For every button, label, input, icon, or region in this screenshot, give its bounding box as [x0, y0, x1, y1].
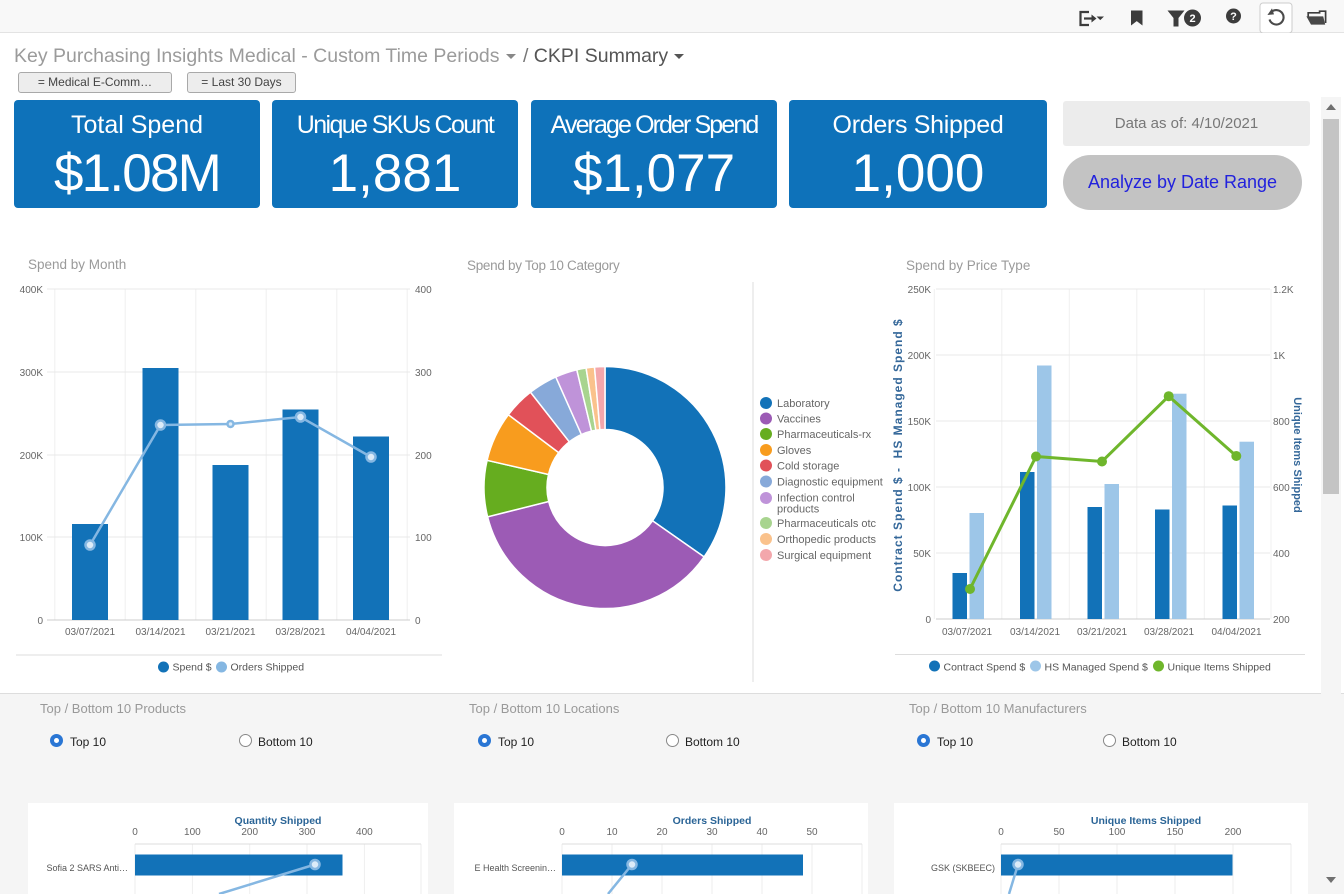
svg-text:200K: 200K — [20, 451, 44, 462]
svg-text:Contract Spend $: Contract Spend $ — [944, 662, 1026, 674]
svg-text:20: 20 — [656, 827, 668, 838]
svg-text:300K: 300K — [20, 368, 44, 379]
svg-text:1.2K: 1.2K — [1273, 285, 1294, 296]
svg-text:Orders Shipped: Orders Shipped — [673, 815, 752, 827]
svg-text:200: 200 — [1225, 827, 1242, 838]
svg-text:40: 40 — [756, 827, 768, 838]
svg-text:Quantity Shipped: Quantity Shipped — [235, 815, 322, 827]
svg-text:03/07/2021: 03/07/2021 — [942, 627, 992, 638]
svg-text:Cold storage: Cold storage — [777, 461, 839, 473]
svg-text:04/04/2021: 04/04/2021 — [1211, 627, 1261, 638]
svg-text:03/14/2021: 03/14/2021 — [1010, 627, 1060, 638]
svg-text:Diagnostic equipment: Diagnostic equipment — [777, 477, 883, 489]
svg-text:E Health Screenin…: E Health Screenin… — [474, 863, 556, 873]
svg-text:100: 100 — [184, 827, 201, 838]
svg-text:Pharmaceuticals-rx: Pharmaceuticals-rx — [777, 429, 872, 441]
svg-text:200: 200 — [1273, 615, 1290, 626]
svg-text:100: 100 — [415, 533, 432, 544]
svg-text:03/28/2021: 03/28/2021 — [1144, 627, 1194, 638]
svg-text:Unique Items Shipped: Unique Items Shipped — [1168, 662, 1271, 674]
svg-text:Unique Items Shipped: Unique Items Shipped — [1291, 397, 1303, 513]
svg-text:Laboratory: Laboratory — [777, 398, 830, 410]
svg-text:2: 2 — [1189, 13, 1195, 25]
svg-text:0: 0 — [415, 616, 421, 627]
svg-text:600: 600 — [1273, 483, 1290, 494]
svg-text:03/21/2021: 03/21/2021 — [1077, 627, 1127, 638]
svg-text:?: ? — [1230, 11, 1237, 23]
svg-text:0: 0 — [37, 616, 43, 627]
svg-text:04/04/2021: 04/04/2021 — [346, 627, 396, 638]
svg-text:GSK (SKBEEC): GSK (SKBEEC) — [931, 863, 995, 873]
svg-text:Orthopedic products: Orthopedic products — [777, 534, 877, 546]
svg-text:150: 150 — [1167, 827, 1184, 838]
svg-text:200K: 200K — [908, 351, 932, 362]
svg-text:Spend by Top 10 Category: Spend by Top 10 Category — [467, 258, 620, 273]
svg-text:400: 400 — [1273, 549, 1290, 560]
svg-text:Contract Spend $ - HS Managed: Contract Spend $ - HS Managed Spend $ — [891, 318, 905, 591]
svg-text:30: 30 — [706, 827, 718, 838]
svg-text:Gloves: Gloves — [777, 445, 812, 457]
svg-text:100: 100 — [1109, 827, 1126, 838]
svg-text:50K: 50K — [913, 549, 931, 560]
svg-text:300: 300 — [299, 827, 316, 838]
svg-text:300: 300 — [415, 368, 432, 379]
svg-text:Spend by Price Type: Spend by Price Type — [906, 258, 1030, 273]
svg-text:Orders Shipped: Orders Shipped — [231, 662, 305, 674]
svg-text:50: 50 — [1053, 827, 1065, 838]
svg-text:200: 200 — [415, 451, 432, 462]
svg-text:Vaccines: Vaccines — [777, 414, 821, 426]
svg-text:50: 50 — [806, 827, 818, 838]
svg-text:0: 0 — [132, 827, 138, 838]
svg-text:03/14/2021: 03/14/2021 — [135, 627, 185, 638]
svg-text:03/28/2021: 03/28/2021 — [275, 627, 325, 638]
svg-text:1K: 1K — [1273, 351, 1286, 362]
svg-text:Unique Items Shipped: Unique Items Shipped — [1091, 815, 1201, 827]
svg-text:Spend by Month: Spend by Month — [28, 257, 126, 272]
svg-text:400K: 400K — [20, 285, 44, 296]
svg-text:150K: 150K — [908, 417, 932, 428]
svg-text:0: 0 — [559, 827, 565, 838]
svg-text:0: 0 — [925, 615, 931, 626]
svg-text:HS Managed Spend $: HS Managed Spend $ — [1045, 662, 1148, 674]
svg-text:100K: 100K — [20, 533, 44, 544]
svg-text:400: 400 — [415, 285, 432, 296]
svg-text:250K: 250K — [908, 285, 932, 296]
svg-text:Pharmaceuticals otc: Pharmaceuticals otc — [777, 518, 877, 530]
svg-text:100K: 100K — [908, 483, 932, 494]
svg-text:Spend $: Spend $ — [173, 662, 212, 674]
svg-text:03/21/2021: 03/21/2021 — [205, 627, 255, 638]
svg-text:400: 400 — [356, 827, 373, 838]
svg-text:800: 800 — [1273, 417, 1290, 428]
svg-text:Sofia 2 SARS Anti…: Sofia 2 SARS Anti… — [46, 863, 128, 873]
svg-text:products: products — [777, 504, 820, 516]
svg-text:10: 10 — [606, 827, 618, 838]
svg-text:03/07/2021: 03/07/2021 — [65, 627, 115, 638]
svg-text:200: 200 — [241, 827, 258, 838]
svg-text:0: 0 — [998, 827, 1004, 838]
svg-text:Surgical equipment: Surgical equipment — [777, 550, 871, 562]
